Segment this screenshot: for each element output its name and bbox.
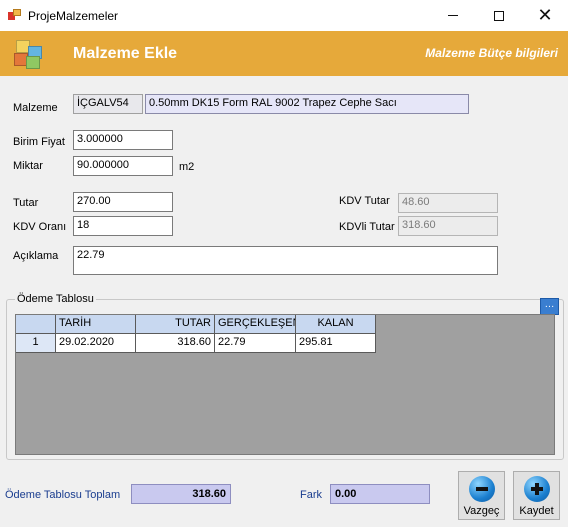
plus-icon bbox=[523, 476, 550, 502]
cell-tutar[interactable]: 318.60 bbox=[136, 334, 215, 353]
miktar-label: Miktar bbox=[13, 160, 43, 172]
kdvli-tutar-label: KDVli Tutar bbox=[339, 221, 395, 233]
minimize-button[interactable] bbox=[430, 0, 476, 31]
boxes-icon bbox=[12, 38, 46, 70]
maximize-icon bbox=[494, 10, 504, 21]
malzeme-name-field[interactable]: 0.50mm DK15 Form RAL 9002 Trapez Cephe S… bbox=[145, 94, 469, 114]
minus-icon bbox=[468, 476, 495, 502]
odeme-grid[interactable]: TARİH TUTAR GERÇEKLEŞEN KALAN 1 29.02.20… bbox=[15, 314, 555, 455]
cell-kalan[interactable]: 295.81 bbox=[296, 334, 376, 353]
tutar-field[interactable]: 270.00 bbox=[73, 192, 173, 212]
title-bar: ProjeMalzemeler ✕ bbox=[0, 0, 568, 31]
odeme-group-title: Ödeme Tablosu bbox=[15, 293, 96, 305]
birim-fiyat-field[interactable]: 3.000000 bbox=[73, 130, 173, 150]
aciklama-label: Açıklama bbox=[13, 250, 59, 262]
miktar-unit: m2 bbox=[179, 161, 195, 173]
close-icon: ✕ bbox=[537, 4, 553, 26]
kdvli-tutar-field: 318.60 bbox=[398, 216, 498, 236]
maximize-button[interactable] bbox=[476, 0, 522, 31]
kdv-tutar-label: KDV Tutar bbox=[339, 195, 390, 207]
close-button[interactable]: ✕ bbox=[522, 0, 568, 31]
save-button[interactable]: Kaydet bbox=[513, 471, 560, 520]
minimize-icon bbox=[448, 15, 458, 16]
tutar-label: Tutar bbox=[13, 197, 39, 209]
app-icon bbox=[8, 9, 21, 21]
column-header-gerceklesen[interactable]: GERÇEKLEŞEN bbox=[215, 315, 296, 334]
save-label: Kaydet bbox=[519, 505, 554, 517]
fark-label: Fark bbox=[300, 489, 322, 501]
malzeme-code-field[interactable]: İÇGALV54 bbox=[73, 94, 143, 114]
cancel-label: Vazgeç bbox=[463, 505, 500, 517]
column-header-tutar[interactable]: TUTAR bbox=[136, 315, 215, 334]
toplam-label: Ödeme Tablosu Toplam bbox=[5, 489, 121, 501]
toplam-value: 318.60 bbox=[131, 484, 231, 504]
kdv-orani-field[interactable]: 18 bbox=[73, 216, 173, 236]
column-header-tarih[interactable]: TARİH bbox=[56, 315, 136, 334]
birim-fiyat-label: Birim Fiyat bbox=[13, 136, 65, 148]
aciklama-textarea[interactable]: 22.79 bbox=[73, 246, 498, 275]
fark-value: 0.00 bbox=[330, 484, 430, 504]
malzeme-label: Malzeme bbox=[13, 102, 58, 114]
window-title: ProjeMalzemeler bbox=[28, 9, 119, 23]
column-header-kalan[interactable]: KALAN bbox=[296, 315, 376, 334]
banner-title: Malzeme Ekle bbox=[73, 45, 178, 62]
grid-options-button[interactable]: … bbox=[540, 298, 559, 315]
cancel-button[interactable]: Vazgeç bbox=[458, 471, 505, 520]
ellipsis-icon: … bbox=[544, 299, 555, 310]
kdv-tutar-field: 48.60 bbox=[398, 193, 498, 213]
cell-tarih[interactable]: 29.02.2020 bbox=[56, 334, 136, 353]
miktar-field[interactable]: 90.000000 bbox=[73, 156, 173, 176]
cell-gerceklesen[interactable]: 22.79 bbox=[215, 334, 296, 353]
grid-corner-header bbox=[16, 315, 56, 334]
header-banner: Malzeme Ekle Malzeme Bütçe bilgileri bbox=[0, 31, 568, 76]
row-number-cell[interactable]: 1 bbox=[16, 334, 56, 353]
banner-subtitle: Malzeme Bütçe bilgileri bbox=[425, 46, 558, 60]
kdv-orani-label: KDV Oranı bbox=[13, 221, 67, 233]
